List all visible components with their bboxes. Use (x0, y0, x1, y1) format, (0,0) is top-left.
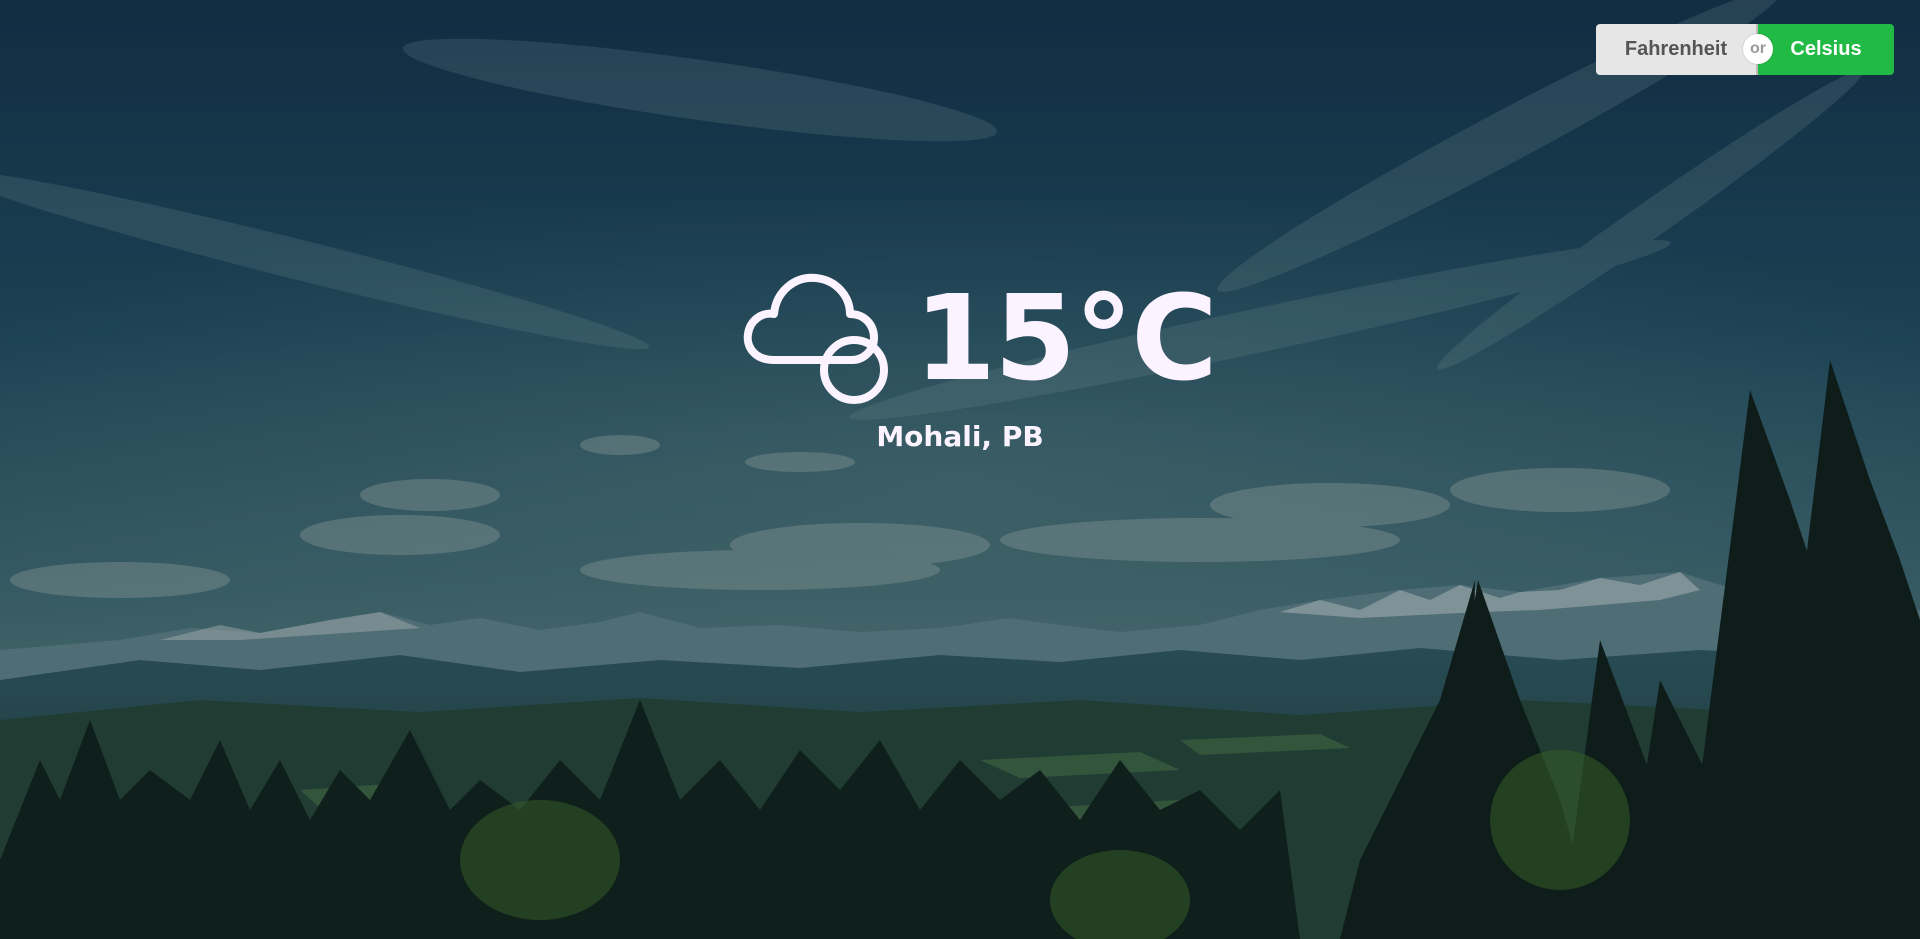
weather-app: Fahrenheit Celsius or 15°C Mohali, PB (0, 0, 1920, 939)
landscape-background-image (0, 0, 1920, 939)
unit-toggle: Fahrenheit Celsius or (1596, 24, 1894, 75)
fahrenheit-button[interactable]: Fahrenheit (1596, 24, 1758, 75)
celsius-button[interactable]: Celsius (1758, 24, 1894, 75)
partly-cloudy-icon (743, 273, 888, 404)
unit-separator: or (1743, 34, 1773, 64)
current-weather: 15°C (740, 268, 1218, 408)
location-label: Mohali, PB (876, 420, 1044, 453)
temperature-value: 15°C (914, 269, 1218, 407)
